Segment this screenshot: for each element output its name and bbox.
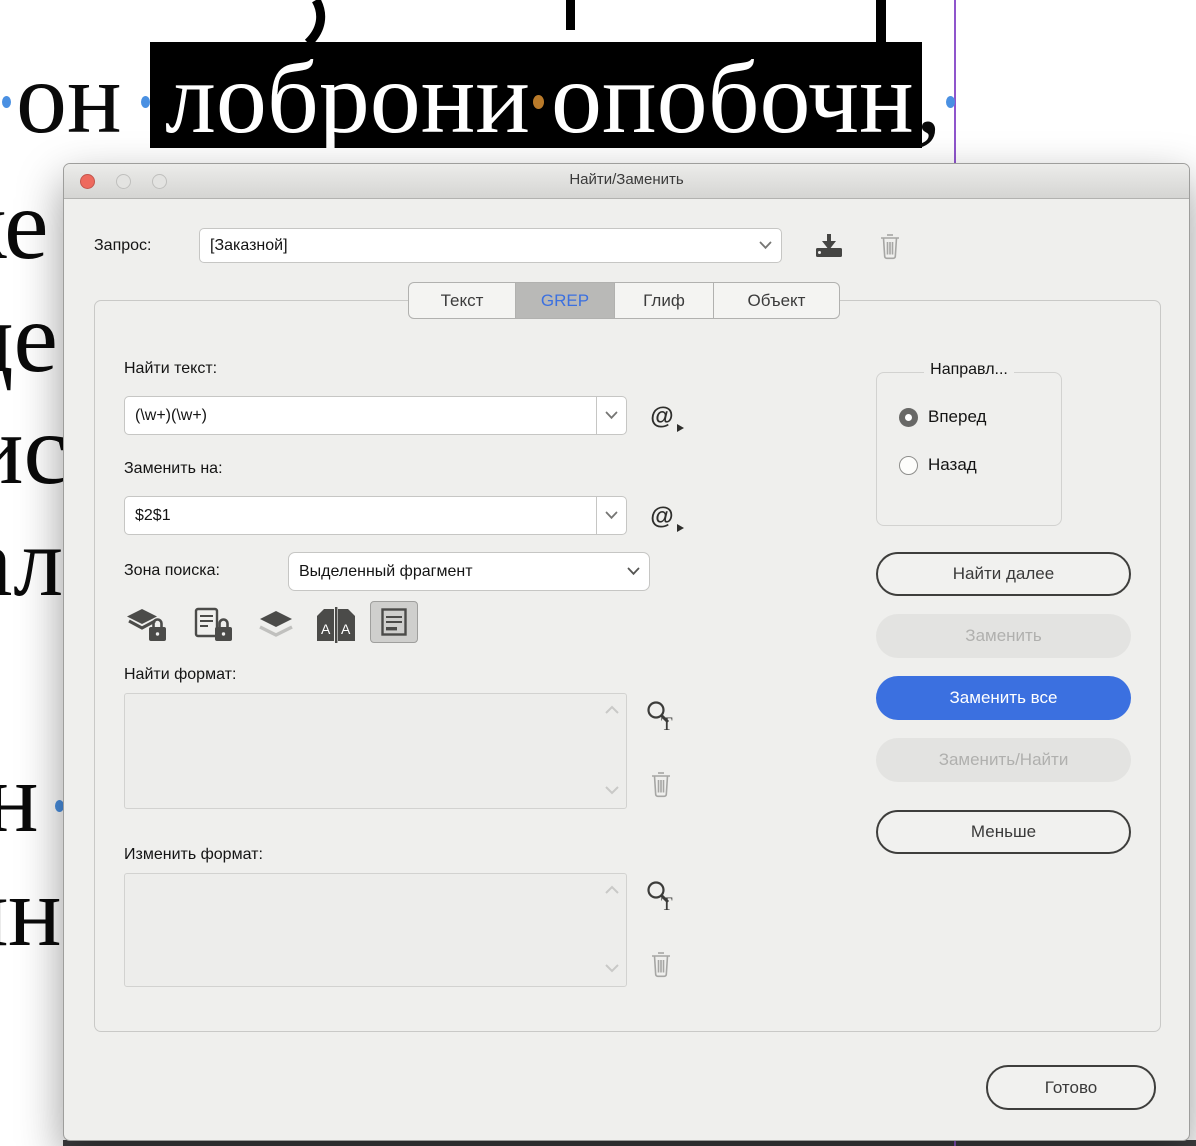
replace-with-label: Заменить на:: [124, 460, 223, 477]
selected-word[interactable]: опобочн: [551, 48, 914, 150]
delete-query-icon: [876, 230, 904, 262]
tab-grep[interactable]: GREP: [515, 282, 615, 319]
query-dropdown[interactable]: [Заказной]: [199, 228, 782, 263]
query-label: Запрос:: [94, 237, 152, 254]
scroll-down-icon: [604, 782, 620, 800]
chevron-down-icon[interactable]: [596, 397, 626, 434]
clear-change-format-icon: [647, 948, 675, 980]
query-value: [Заказной]: [210, 236, 288, 254]
direction-backward-label: Назад: [928, 455, 977, 474]
tab-text[interactable]: Текст: [408, 282, 516, 319]
descender-fragment: [304, 0, 326, 44]
tab-glyph[interactable]: Глиф: [614, 282, 714, 319]
change-format-label: Изменить формат:: [124, 846, 263, 863]
clear-find-format-icon: [647, 768, 675, 800]
space-marker: [141, 96, 150, 108]
document-punctuation[interactable]: ,: [916, 48, 942, 150]
change-button: Заменить: [876, 614, 1131, 658]
direction-forward-option[interactable]: Вперед: [899, 407, 986, 427]
selected-word[interactable]: лоброни: [165, 48, 530, 150]
find-format-list[interactable]: [124, 693, 627, 809]
find-text-value: (\w+)(\w+): [135, 406, 207, 424]
search-scope-label: Зона поиска:: [124, 562, 220, 579]
clipped-text-fragment: ян: [0, 856, 62, 967]
search-scope-value: Выделенный фрагмент: [299, 562, 473, 580]
find-format-label: Найти формат:: [124, 666, 237, 683]
specify-change-format-icon[interactable]: T: [644, 878, 678, 914]
scroll-up-icon: [604, 702, 620, 720]
clipped-text-fragment: н: [0, 742, 39, 853]
find-next-button[interactable]: Найти далее: [876, 552, 1131, 596]
find-text-input[interactable]: (\w+)(\w+): [124, 396, 627, 435]
chevron-down-icon[interactable]: [596, 497, 626, 534]
done-button[interactable]: Готово: [986, 1065, 1156, 1110]
chevron-down-icon: [749, 241, 781, 250]
radio-unselected-icon[interactable]: [899, 455, 918, 475]
special-characters-menu-icon[interactable]: @: [642, 400, 684, 434]
scroll-down-icon: [604, 960, 620, 978]
direction-forward-label: Вперед: [928, 407, 987, 426]
replace-with-input[interactable]: $2$1: [124, 496, 627, 535]
clipped-text-fragment: це: [0, 282, 58, 393]
specify-find-format-icon[interactable]: T: [644, 698, 678, 734]
dialog-title: Найти/Заменить: [569, 171, 684, 188]
mode-tabs: Текст GREP Глиф Объект: [408, 282, 840, 319]
include-footnotes-icon[interactable]: [370, 601, 418, 643]
screen: он лоброни опобочн , ке це ис ал н ян На…: [0, 0, 1196, 1146]
descender-fragment: [566, 0, 575, 30]
replace-with-value: $2$1: [135, 506, 171, 524]
find-text-label: Найти текст:: [124, 360, 218, 377]
space-marker-highlighted: [533, 95, 544, 109]
space-marker: [2, 96, 11, 108]
include-master-pages-icon[interactable]: A A: [312, 604, 360, 646]
change-find-button: Заменить/Найти: [876, 738, 1131, 782]
scroll-up-icon: [604, 882, 620, 900]
svg-text:T: T: [661, 714, 673, 733]
fewer-options-button[interactable]: Меньше: [876, 810, 1131, 854]
svg-text:T: T: [661, 894, 673, 913]
radio-selected-icon[interactable]: [899, 407, 918, 427]
dialog-titlebar[interactable]: Найти/Заменить: [64, 164, 1189, 199]
direction-legend: Направл...: [877, 361, 1061, 379]
change-all-button[interactable]: Заменить все: [876, 676, 1131, 720]
chevron-down-icon: [617, 567, 649, 576]
document-word[interactable]: он: [16, 48, 122, 150]
include-locked-stories-icon[interactable]: [190, 604, 238, 646]
direction-backward-option[interactable]: Назад: [899, 455, 977, 475]
clipped-text-fragment: ис: [0, 394, 68, 505]
space-marker: [946, 96, 955, 108]
special-characters-menu-icon[interactable]: @: [642, 500, 684, 534]
search-scope-select[interactable]: Выделенный фрагмент: [288, 552, 650, 591]
tab-object[interactable]: Объект: [713, 282, 840, 319]
svg-text:A: A: [321, 621, 331, 637]
direction-group: Направл... Вперед Назад: [876, 361, 1062, 526]
descender-fragment: [876, 0, 886, 44]
change-format-list[interactable]: [124, 873, 627, 987]
save-query-icon[interactable]: [812, 230, 846, 262]
include-hidden-layers-icon[interactable]: [252, 604, 300, 646]
find-replace-dialog: Найти/Заменить Запрос: [Заказной] Текст …: [63, 163, 1190, 1141]
clipped-text-fragment: ал: [0, 506, 64, 617]
include-locked-layers-icon[interactable]: [124, 604, 172, 646]
clipped-text-fragment: ке: [0, 169, 49, 280]
svg-text:A: A: [341, 621, 351, 637]
